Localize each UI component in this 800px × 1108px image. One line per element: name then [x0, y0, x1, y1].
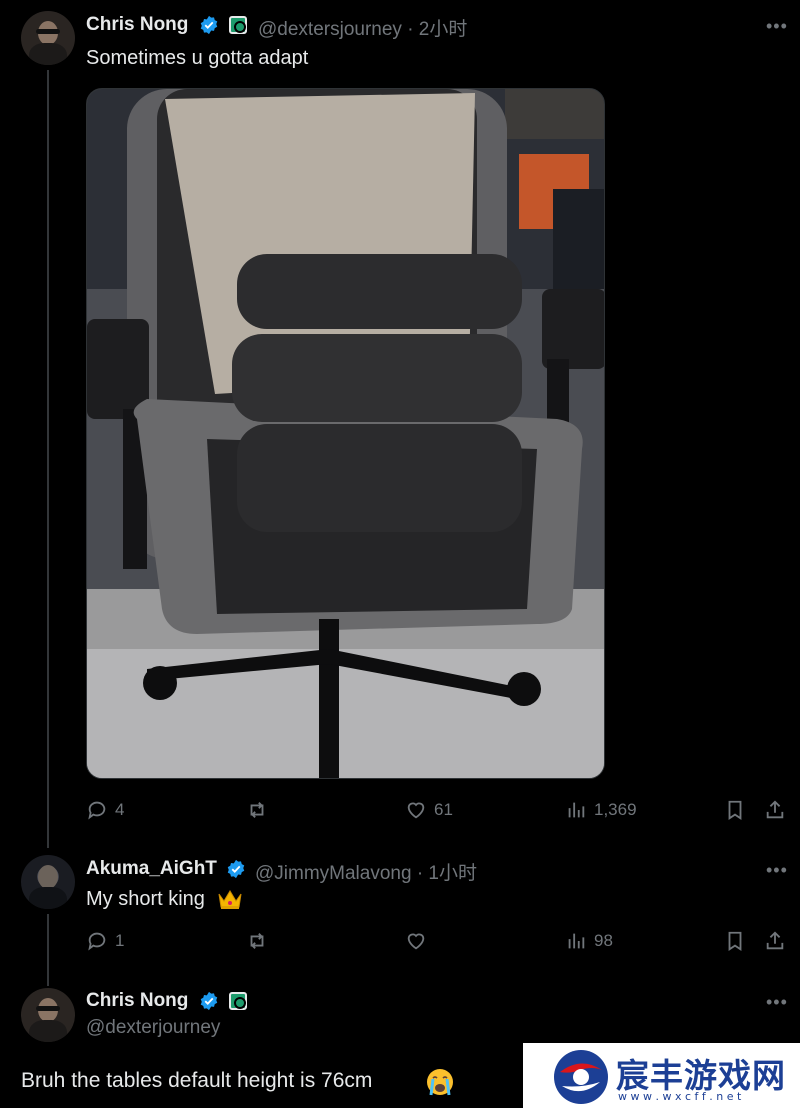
post-actions: 1 98 [86, 926, 796, 956]
views-count: 1,369 [594, 800, 637, 819]
author-name[interactable]: Akuma_AiGhT [86, 858, 217, 880]
affiliate-badge-icon [229, 992, 247, 1010]
thread-line [47, 70, 49, 848]
post-text: My short king [86, 888, 205, 910]
verified-badge-icon [200, 15, 218, 35]
chair-photo [87, 89, 604, 778]
thread-line [47, 914, 49, 986]
reply-count: 1 [115, 931, 125, 950]
like-count: 61 [434, 800, 453, 819]
reply-count: 4 [115, 800, 125, 819]
author-name[interactable]: Chris Nong [86, 14, 188, 36]
bookmark-icon [728, 800, 742, 820]
handle-time[interactable]: @JimmyMalavong · 1小时 [255, 858, 477, 885]
handle[interactable]: @dexterjourney [86, 1017, 220, 1039]
reply-button[interactable]: 1 [86, 926, 124, 956]
reply-icon [88, 932, 106, 951]
watermark-logo-icon [554, 1050, 608, 1104]
share-button[interactable] [764, 926, 786, 956]
reply-icon [88, 801, 106, 820]
views-count: 98 [594, 931, 613, 950]
share-icon [766, 800, 784, 819]
crown-emoji [218, 890, 242, 909]
verified-badge-icon [227, 859, 245, 879]
repost-icon [250, 802, 264, 818]
share-button[interactable] [764, 795, 786, 825]
more-options-icon[interactable]: ••• [766, 16, 788, 37]
avatar[interactable] [21, 988, 75, 1042]
affiliate-badge-icon [229, 16, 247, 34]
more-options-icon[interactable]: ••• [766, 860, 788, 881]
post-text: Bruh the tables default height is 76cm [21, 1069, 373, 1092]
watermark-url: w w w . w x c f f . n e t [618, 1090, 742, 1103]
avatar[interactable] [21, 855, 75, 909]
watermark: 宸丰游戏网 w w w . w x c f f . n e t [523, 1043, 800, 1108]
post-image[interactable] [86, 88, 605, 779]
like-button[interactable] [405, 926, 427, 956]
avatar[interactable] [21, 11, 75, 65]
views-icon [568, 933, 585, 949]
bookmark-button[interactable] [724, 795, 746, 825]
share-icon [766, 931, 784, 950]
views-button[interactable]: 98 [565, 926, 613, 956]
bookmark-icon [728, 931, 742, 951]
bookmark-button[interactable] [724, 926, 746, 956]
crying-face-emoji [427, 1069, 453, 1096]
repost-icon [250, 933, 264, 949]
verified-badge-icon [200, 991, 218, 1011]
post-text: Sometimes u gotta adapt [86, 47, 309, 69]
author-name[interactable]: Chris Nong [86, 990, 188, 1012]
heart-icon [407, 802, 425, 819]
views-button[interactable]: 1,369 [565, 795, 637, 825]
repost-button[interactable] [246, 795, 268, 825]
like-button[interactable]: 61 [405, 795, 453, 825]
reply-button[interactable]: 4 [86, 795, 124, 825]
more-options-icon[interactable]: ••• [766, 992, 788, 1013]
post-actions: 4 61 1,369 [86, 795, 796, 825]
handle-time[interactable]: @dextersjourney · 2小时 [258, 14, 467, 41]
views-icon [568, 802, 585, 818]
repost-button[interactable] [246, 926, 268, 956]
heart-icon [407, 933, 425, 950]
